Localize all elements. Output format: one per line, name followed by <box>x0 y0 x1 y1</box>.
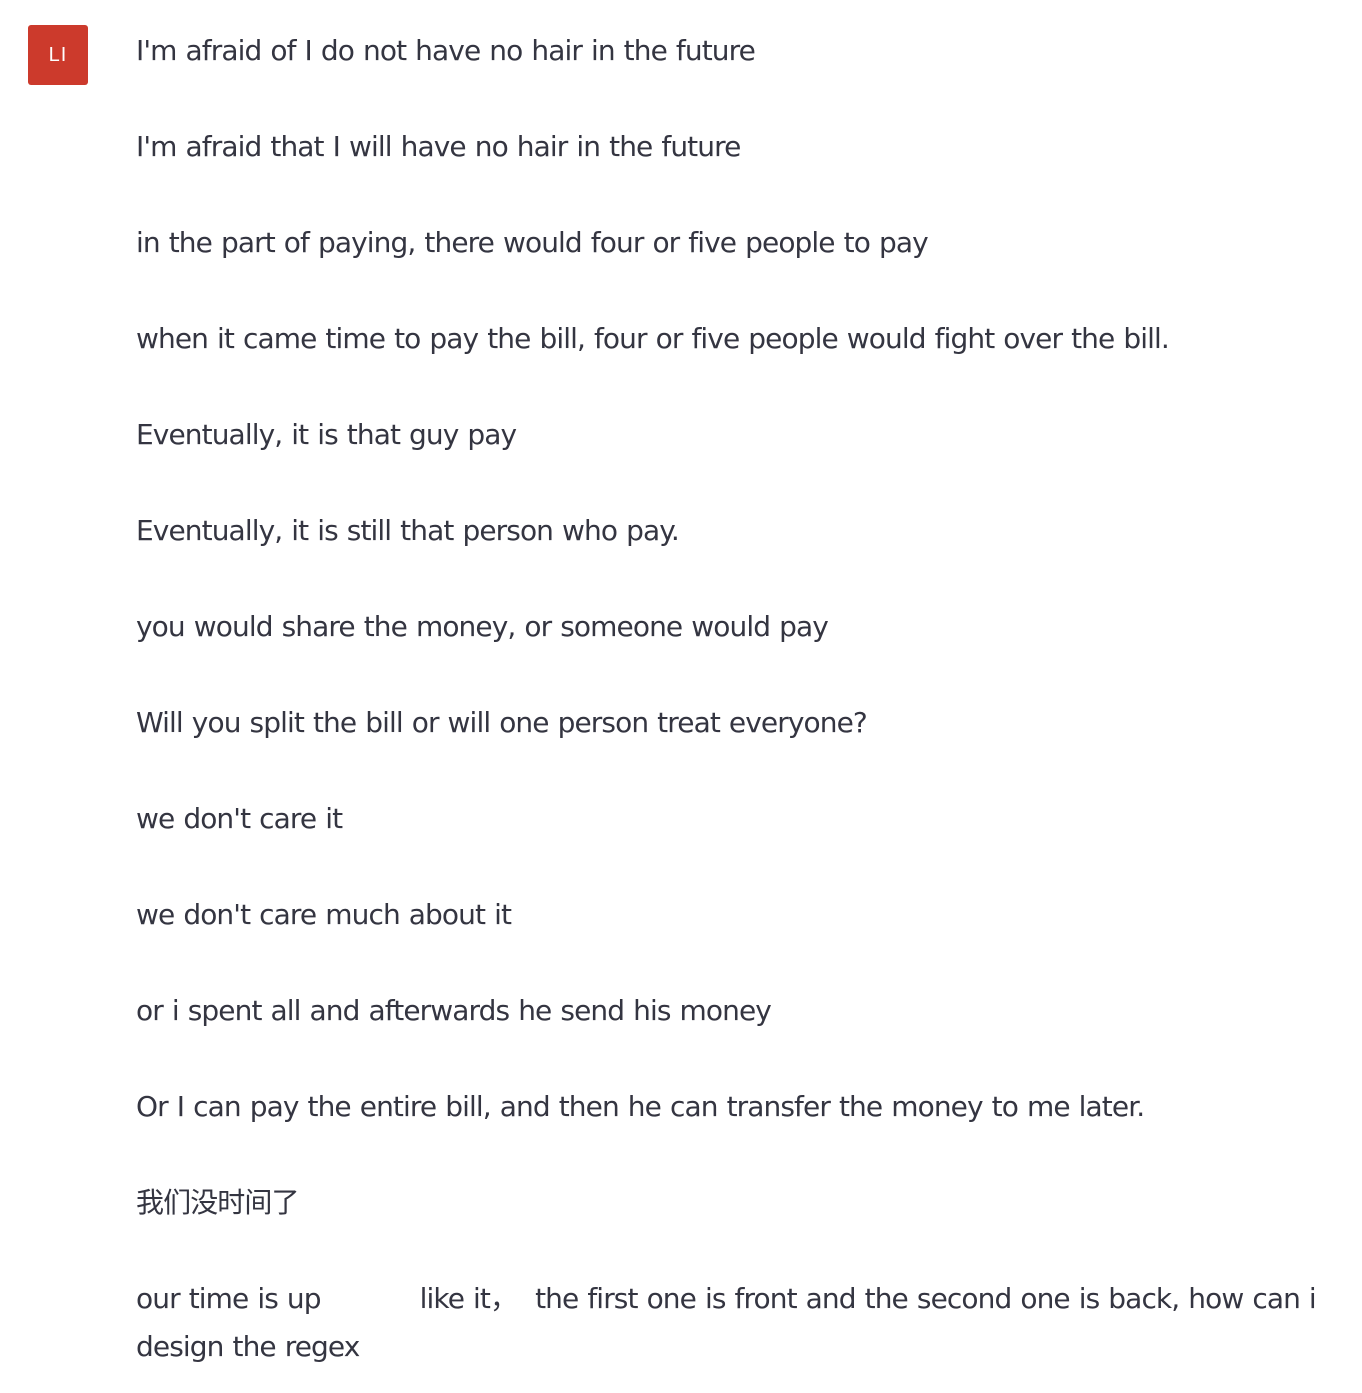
message-line: in the part of paying, there would four … <box>136 226 929 259</box>
user-message-row: LI I'm afraid of I do not have no hair i… <box>0 0 1362 1393</box>
message-line: you would share the money, or someone wo… <box>136 610 829 643</box>
message-line: I'm afraid that I will have no hair in t… <box>136 130 741 163</box>
message-line: Eventually, it is still that person who … <box>136 514 680 547</box>
message-line: Eventually, it is that guy pay <box>136 418 517 451</box>
message-line: our time is up like it， the first one is… <box>136 1282 1325 1363</box>
message-line: I'm afraid of I do not have no hair in t… <box>136 34 756 67</box>
user-message-text: I'm afraid of I do not have no hair in t… <box>136 31 1351 1371</box>
user-avatar: LI <box>28 25 88 85</box>
message-line: we don't care much about it <box>136 898 512 931</box>
message-line: we don't care it <box>136 802 343 835</box>
message-line: Will you split the bill or will one pers… <box>136 706 868 739</box>
message-line: 我们没时间了 <box>136 1186 300 1219</box>
message-line: or i spent all and afterwards he send hi… <box>136 994 772 1027</box>
message-line: Or I can pay the entire bill, and then h… <box>136 1090 1145 1123</box>
message-line: when it came time to pay the bill, four … <box>136 322 1170 355</box>
